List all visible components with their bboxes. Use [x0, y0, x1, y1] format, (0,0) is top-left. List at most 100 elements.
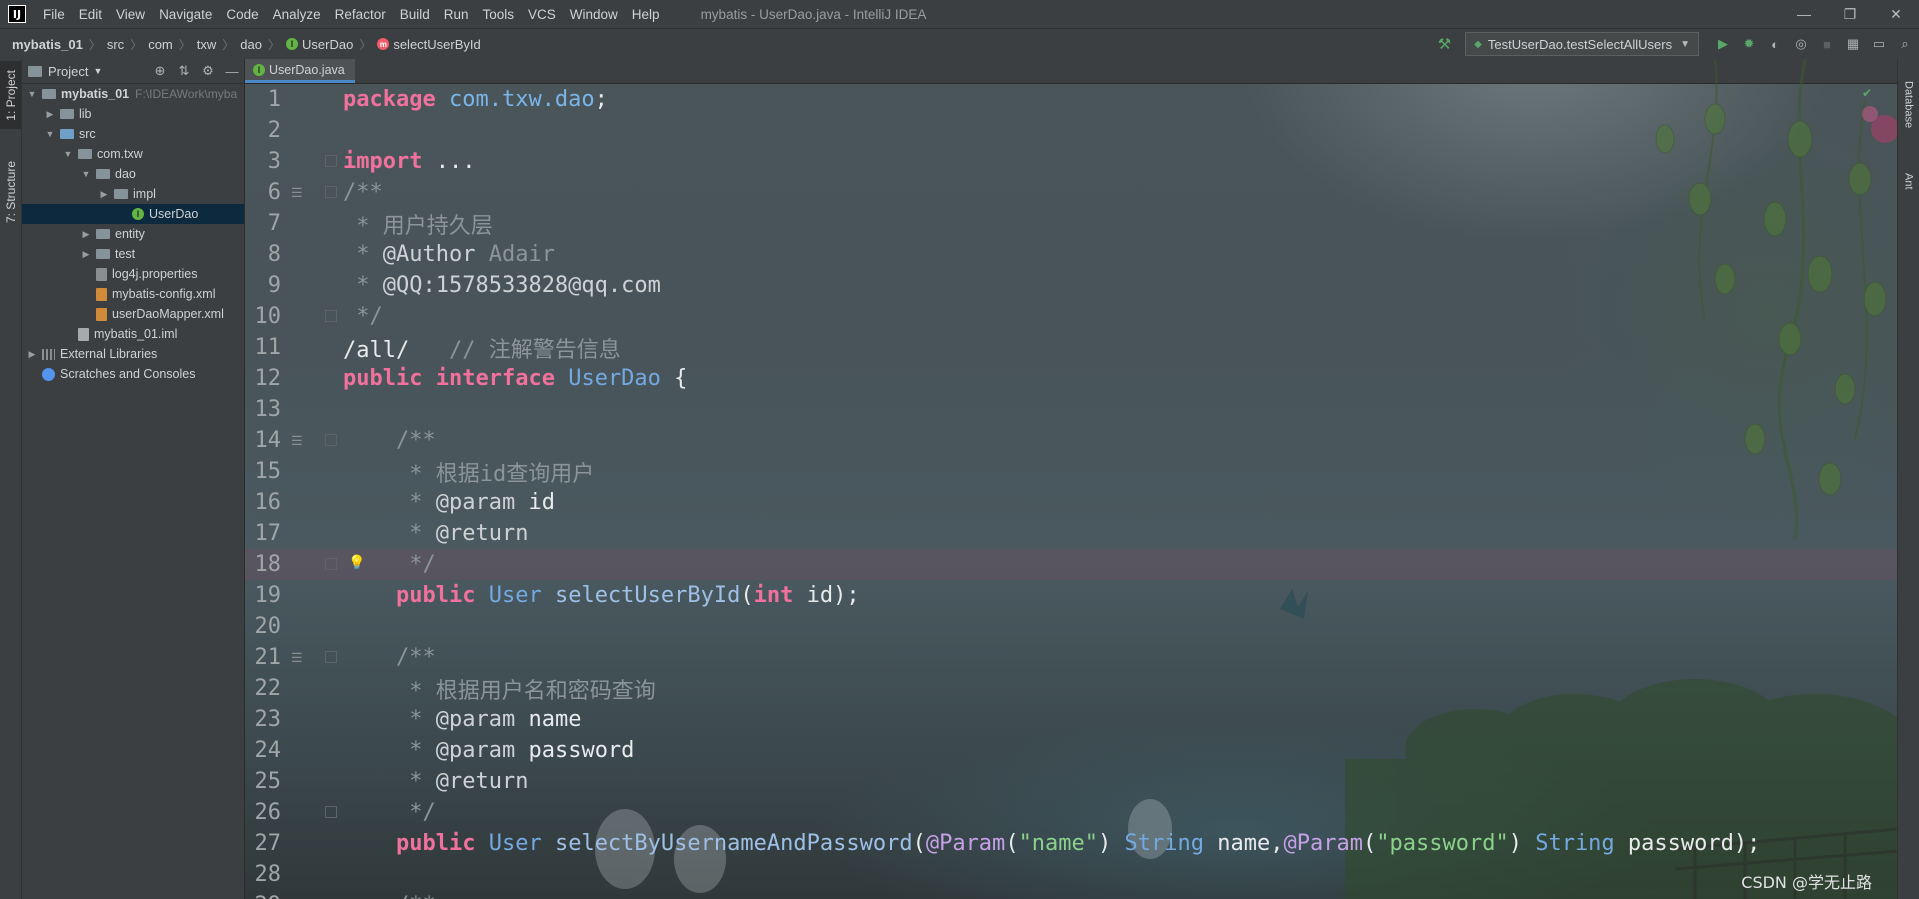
menu-edit[interactable]: Edit	[72, 7, 109, 22]
code-line[interactable]: 10 */	[245, 301, 1898, 332]
code-line[interactable]: 23 * @param name	[245, 704, 1898, 735]
chevron-right-icon[interactable]: ▶	[80, 249, 92, 260]
restore-button[interactable]: ❐	[1827, 0, 1873, 28]
code-line[interactable]: 21 ☰ /**	[245, 642, 1898, 673]
project-structure-icon[interactable]: ▦	[1841, 32, 1865, 56]
menu-vcs[interactable]: VCS	[521, 7, 563, 22]
doc-render-icon[interactable]: ☰	[291, 186, 309, 201]
profile-icon[interactable]: ◎	[1789, 32, 1813, 56]
gear-icon[interactable]: ⚙	[196, 63, 220, 79]
chevron-down-icon[interactable]: ▼	[26, 89, 38, 99]
menu-code[interactable]: Code	[219, 7, 265, 22]
code-line[interactable]: 1 package com.txw.dao;	[245, 84, 1898, 115]
tab-userdao-java[interactable]: I UserDao.java	[245, 59, 355, 83]
close-button[interactable]: ✕	[1873, 0, 1919, 28]
run-icon[interactable]: ▶	[1711, 32, 1735, 56]
doc-render-icon[interactable]: ☰	[291, 434, 309, 449]
search-icon[interactable]: ⌕	[1893, 32, 1917, 56]
code-line[interactable]: 13	[245, 394, 1898, 425]
coverage-icon[interactable]: ◐	[1763, 32, 1787, 56]
code-line[interactable]: 28	[245, 859, 1898, 890]
doc-render-icon[interactable]: ☰	[291, 651, 309, 666]
menu-file[interactable]: File	[36, 7, 72, 22]
tree-item[interactable]: ▶ entity	[22, 224, 244, 244]
tree-item[interactable]: ▶ impl	[22, 184, 244, 204]
breadcrumb-item[interactable]: mybatis_01	[8, 37, 87, 52]
breadcrumb-item[interactable]: m selectUserById	[373, 37, 484, 52]
minimize-button[interactable]: —	[1781, 0, 1827, 28]
tree-item[interactable]: log4j.properties	[22, 264, 244, 284]
menu-navigate[interactable]: Navigate	[152, 7, 219, 22]
tab-ant[interactable]: Ant	[1898, 157, 1919, 205]
code-line[interactable]: 22 * 根据用户名和密码查询	[245, 673, 1898, 704]
code-line[interactable]: 25 * @return	[245, 766, 1898, 797]
code-line[interactable]: 9 * @QQ:1578533828@qq.com	[245, 270, 1898, 301]
run-config-selector[interactable]: ◆ TestUserDao.testSelectAllUsers ▼	[1465, 32, 1699, 56]
code-line[interactable]: 12 public interface UserDao {	[245, 363, 1898, 394]
tree-item[interactable]: ▶ test	[22, 244, 244, 264]
fold-icon[interactable]	[325, 155, 337, 167]
fold-icon[interactable]	[325, 434, 337, 446]
tree-item[interactable]: ▼ com.txw	[22, 144, 244, 164]
breadcrumb-item[interactable]: com	[144, 37, 177, 52]
fold-icon[interactable]	[325, 310, 337, 322]
hide-icon[interactable]: —	[220, 64, 244, 79]
breadcrumb-item[interactable]: I UserDao	[282, 37, 357, 52]
tree-item[interactable]: ▶ lib	[22, 104, 244, 124]
code-line[interactable]: 11/all/ // 注解警告信息	[245, 332, 1898, 363]
menu-help[interactable]: Help	[625, 7, 667, 22]
chevron-right-icon[interactable]: ▶	[80, 229, 92, 240]
tree-item[interactable]: ▼ mybatis_01 F:\IDEAWork\myba	[22, 84, 244, 104]
code-line[interactable]: 26 */	[245, 797, 1898, 828]
chevron-right-icon[interactable]: ▶	[44, 109, 56, 120]
tree-item[interactable]: ▼ dao	[22, 164, 244, 184]
chevron-right-icon[interactable]: ▶	[26, 349, 38, 360]
menu-refactor[interactable]: Refactor	[328, 7, 393, 22]
collapse-all-icon[interactable]: ⇅	[172, 63, 196, 79]
code-line[interactable]: 6 ☰ /**	[245, 177, 1898, 208]
build-hammer-icon[interactable]: ⚒	[1438, 35, 1451, 53]
tree-item[interactable]: ▶ External Libraries	[22, 344, 244, 364]
debug-icon[interactable]: ✹	[1737, 32, 1761, 56]
code-line[interactable]: 2	[245, 115, 1898, 146]
code-line[interactable]: 19 public User selectUserById(int id);	[245, 580, 1898, 611]
code-line[interactable]: 8 * @Author Adair	[245, 239, 1898, 270]
tree-item[interactable]: ▼ src	[22, 124, 244, 144]
locate-icon[interactable]: ⊕	[148, 63, 172, 79]
menu-window[interactable]: Window	[563, 7, 625, 22]
fold-icon[interactable]	[325, 558, 337, 570]
chevron-down-icon[interactable]: ▼	[44, 129, 56, 139]
tree-item[interactable]: mybatis-config.xml	[22, 284, 244, 304]
code-area[interactable]: 1 package com.txw.dao; 2 3 import ... 6 ☰/** 7 …	[245, 84, 1898, 899]
tree-item[interactable]: mybatis_01.iml	[22, 324, 244, 344]
code-line[interactable]: 14 ☰ /**	[245, 425, 1898, 456]
code-line[interactable]: 20	[245, 611, 1898, 642]
fold-icon[interactable]	[325, 651, 337, 663]
menu-view[interactable]: View	[109, 7, 152, 22]
code-line[interactable]: 27 public User selectByUsernameAndPasswo…	[245, 828, 1898, 859]
menu-analyze[interactable]: Analyze	[266, 7, 328, 22]
stop-icon[interactable]: ■	[1815, 32, 1839, 56]
breadcrumb-item[interactable]: dao	[236, 37, 266, 52]
tree-item[interactable]: userDaoMapper.xml	[22, 304, 244, 324]
chevron-down-icon[interactable]: ▼	[80, 169, 92, 179]
code-line[interactable]: 29 /**	[245, 890, 1898, 899]
code-line[interactable]: 24 * @param password	[245, 735, 1898, 766]
fold-icon[interactable]	[325, 186, 337, 198]
menu-build[interactable]: Build	[393, 7, 437, 22]
code-line[interactable]: 3 import ...	[245, 146, 1898, 177]
tree-item[interactable]: I UserDao	[22, 204, 244, 224]
fold-icon[interactable]	[325, 806, 337, 818]
tab-structure[interactable]: 7: Structure	[0, 151, 21, 233]
chevron-right-icon[interactable]: ▶	[98, 189, 110, 200]
code-line[interactable]: 7 * 用户持久层	[245, 208, 1898, 239]
breadcrumb-item[interactable]: src	[103, 37, 128, 52]
tab-database[interactable]: Database	[1898, 63, 1919, 147]
code-line[interactable]: 17 * @return	[245, 518, 1898, 549]
menu-run[interactable]: Run	[437, 7, 476, 22]
tree-item[interactable]: Scratches and Consoles	[22, 364, 244, 384]
tab-project[interactable]: 1: Project	[0, 61, 21, 129]
breadcrumb-item[interactable]: txw	[193, 37, 221, 52]
menu-tools[interactable]: Tools	[476, 7, 522, 22]
code-line[interactable]: 18 💡 */	[245, 549, 1898, 580]
